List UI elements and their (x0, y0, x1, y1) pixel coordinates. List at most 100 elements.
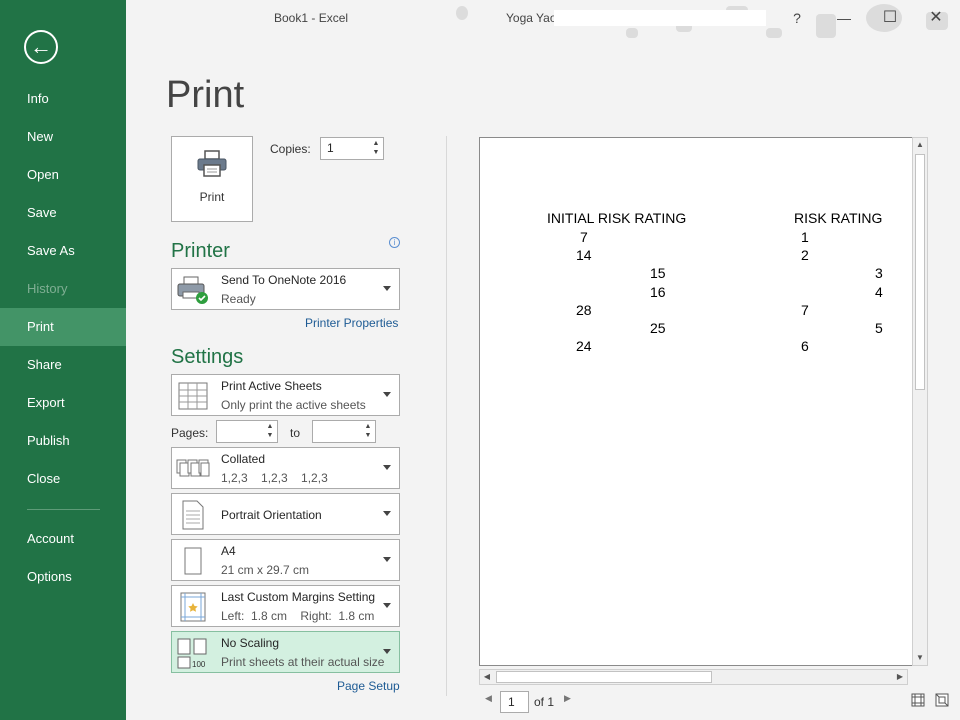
scaling-icon-text: 100 (192, 660, 206, 669)
pages-to-stepper[interactable]: ▲ ▼ (312, 420, 376, 443)
preview-header-risk-rating: RISK RATING (794, 210, 883, 226)
nav-item-share[interactable]: Share (0, 346, 126, 384)
nav-item-publish[interactable]: Publish (0, 422, 126, 460)
user-email-redacted (554, 10, 766, 26)
chevron-down-icon (383, 557, 391, 562)
scroll-left-icon[interactable]: ◀ (480, 670, 494, 684)
nav-item-new[interactable]: New (0, 118, 126, 156)
preview-cell: 7 (580, 229, 588, 245)
margins-icon (180, 592, 206, 622)
scaling-title: No Scaling (221, 636, 280, 650)
preview-cell: 14 (576, 247, 592, 263)
zoom-to-page-icon[interactable] (935, 693, 949, 707)
nav-item-print[interactable]: Print (0, 308, 126, 346)
preview-cell: 25 (650, 320, 666, 336)
margins-desc: Left: 1.8 cm Right: 1.8 cm (221, 609, 375, 623)
preview-vertical-scrollbar[interactable]: ▲ ▼ (912, 137, 928, 666)
nav-item-export[interactable]: Export (0, 384, 126, 422)
nav-item-account[interactable]: Account (0, 520, 126, 558)
preview-horizontal-scrollbar[interactable]: ◀ ▶ (479, 669, 908, 685)
scaling-desc: Print sheets at their actual size (221, 655, 385, 669)
nav-item-open[interactable]: Open (0, 156, 126, 194)
page-title: Print (166, 74, 245, 116)
collated-pages-icon (176, 459, 210, 477)
nav-item-save-as[interactable]: Save As (0, 232, 126, 270)
show-margins-icon[interactable] (911, 693, 925, 707)
preview-cell: 2 (801, 247, 809, 263)
preview-cell: 15 (650, 265, 666, 281)
page-setup-link[interactable]: Page Setup (337, 679, 400, 693)
spinner-arrows-icon[interactable]: ▲ ▼ (371, 139, 381, 157)
portrait-page-icon (182, 500, 204, 530)
user-name[interactable]: Yoga Yao (506, 11, 557, 25)
vertical-scroll-thumb[interactable] (915, 154, 925, 390)
back-arrow-icon[interactable]: ← (24, 30, 58, 64)
chevron-down-icon (383, 286, 391, 291)
preview-cell: 5 (875, 320, 883, 336)
printer-properties-link[interactable]: Printer Properties (305, 316, 398, 330)
next-page-icon[interactable]: ▶ (564, 693, 571, 704)
print-what-dropdown[interactable]: Print Active Sheets Only print the activ… (171, 374, 400, 416)
pages-from-stepper[interactable]: ▲ ▼ (216, 420, 278, 443)
nav-item-options[interactable]: Options (0, 558, 126, 596)
chevron-down-icon (383, 649, 391, 654)
horizontal-scroll-thumb[interactable] (496, 671, 712, 683)
copies-value: 1 (327, 141, 334, 155)
close-icon[interactable]: ✕ (921, 6, 951, 30)
title-bar: Book1 - Excel Yoga Yao ? — ☐ ✕ (126, 0, 960, 38)
preview-cell: 7 (801, 302, 809, 318)
print-button[interactable]: Print (171, 136, 253, 222)
chevron-down-icon (383, 511, 391, 516)
collation-dropdown[interactable]: Collated 1,2,3 1,2,3 1,2,3 (171, 447, 400, 489)
nav-item-save[interactable]: Save (0, 194, 126, 232)
previous-page-icon[interactable]: ◀ (485, 693, 492, 704)
settings-section-title: Settings (171, 346, 244, 368)
preview-cell: 1 (801, 229, 809, 245)
help-icon[interactable]: ? (782, 6, 812, 30)
preview-cell: 28 (576, 302, 592, 318)
current-page-input[interactable]: 1 (500, 691, 529, 713)
chevron-down-icon (383, 603, 391, 608)
no-scaling-icon: 100 (177, 638, 207, 669)
printer-status: Ready (221, 292, 256, 306)
margins-title: Last Custom Margins Setting (221, 590, 376, 604)
spinner-arrows-icon[interactable]: ▲ ▼ (265, 422, 275, 440)
printer-dropdown[interactable]: Send To OneNote 2016 Ready (171, 268, 400, 310)
orientation-dropdown[interactable]: Portrait Orientation (171, 493, 400, 535)
scaling-dropdown[interactable]: 100 No Scaling Print sheets at their act… (171, 631, 400, 673)
collation-title: Collated (221, 452, 266, 466)
pages-to-label: to (290, 426, 301, 440)
nav-item-close[interactable]: Close (0, 460, 126, 498)
chevron-down-icon (383, 392, 391, 397)
print-what-title: Print Active Sheets (221, 379, 322, 393)
restore-icon[interactable]: ☐ (875, 6, 905, 30)
info-icon[interactable]: i (389, 237, 400, 248)
paper-size-title: A4 (221, 544, 236, 558)
nav-item-history: History (27, 281, 68, 296)
scroll-up-icon[interactable]: ▲ (913, 138, 927, 152)
printer-icon (197, 150, 227, 177)
scroll-down-icon[interactable]: ▼ (913, 651, 927, 665)
sheet-grid-icon (178, 382, 208, 410)
paper-size-dropdown[interactable]: A4 21 cm x 29.7 cm (171, 539, 400, 581)
copies-stepper[interactable]: 1 ▲ ▼ (320, 137, 384, 160)
backstage-nav: ← Info New Open Save Save As History Pri… (0, 0, 126, 720)
orientation-title: Portrait Orientation (221, 508, 322, 522)
chevron-down-icon (383, 465, 391, 470)
nav-item-info[interactable]: Info (0, 80, 126, 118)
margins-dropdown[interactable]: Last Custom Margins Setting Left: 1.8 cm… (171, 585, 400, 627)
print-preview-page: INITIAL RISK RATING RISK RATING 7 14 15 … (479, 137, 912, 666)
printer-name: Send To OneNote 2016 (221, 273, 347, 287)
preview-cell: 24 (576, 338, 592, 354)
paper-size-icon (184, 547, 202, 575)
printer-ready-icon (177, 276, 208, 304)
printer-section-title: Printer (171, 240, 230, 262)
spinner-arrows-icon[interactable]: ▲ ▼ (363, 422, 373, 440)
preview-cell: 3 (875, 265, 883, 281)
minimize-icon[interactable]: — (829, 6, 859, 30)
collation-desc: 1,2,3 1,2,3 1,2,3 (221, 471, 328, 485)
panel-divider (446, 136, 447, 696)
print-what-desc: Only print the active sheets (221, 398, 366, 412)
scroll-right-icon[interactable]: ▶ (893, 670, 907, 684)
page-count: of 1 (534, 695, 555, 709)
